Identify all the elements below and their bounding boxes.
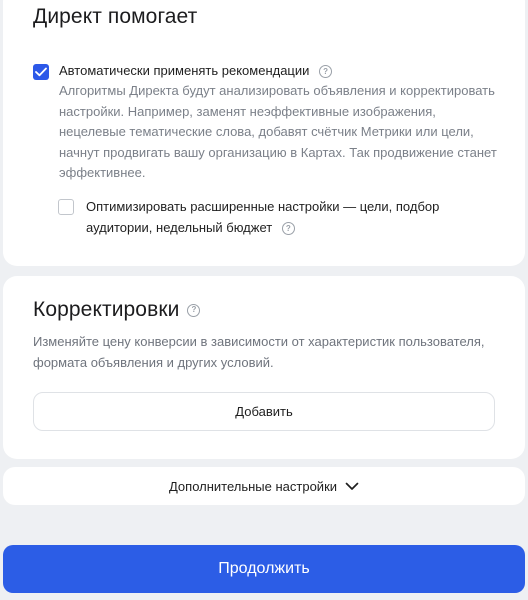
auto-apply-label: Автоматически применять рекомендации: [59, 63, 310, 78]
optimize-advanced-label-line: Оптимизировать расширенные настройки — ц…: [86, 196, 488, 238]
continue-label: Продолжить: [218, 560, 310, 577]
auto-apply-label-line: Автоматически применять рекомендации ?: [59, 63, 499, 79]
add-adjustment-label: Добавить: [235, 404, 293, 419]
adjustments-title-row: Корректировки ?: [33, 298, 201, 322]
direct-helps-title: Директ помогает: [33, 5, 198, 28]
checkmark-icon: [35, 67, 47, 77]
add-adjustment-button[interactable]: Добавить: [33, 392, 495, 431]
adjustments-card: Корректировки ? Изменяйте цену конверсии…: [3, 276, 525, 459]
continue-button[interactable]: Продолжить: [3, 545, 525, 593]
more-settings-label: Дополнительные настройки: [168, 478, 338, 494]
chevron-down-icon: [345, 482, 359, 491]
help-icon[interactable]: ?: [319, 65, 333, 79]
optimize-advanced-label: Оптимизировать расширенные настройки — ц…: [86, 199, 440, 235]
adjustments-title: Корректировки: [33, 298, 180, 321]
more-settings-toggle[interactable]: Дополнительные настройки: [3, 467, 525, 505]
help-icon[interactable]: ?: [281, 222, 295, 236]
adjustments-description: Изменяйте цену конверсии в зависимости о…: [33, 334, 485, 370]
direct-helps-card: Директ помогает Автоматически применять …: [3, 0, 525, 266]
more-settings-card: Дополнительные настройки: [3, 467, 525, 505]
optimize-advanced-texts: Оптимизировать расширенные настройки — ц…: [86, 199, 488, 238]
auto-apply-texts: Автоматически применять рекомендации ? А…: [59, 63, 499, 184]
auto-apply-row: Автоматически применять рекомендации ? А…: [33, 63, 503, 184]
auto-apply-description: Алгоритмы Директа будут анализировать об…: [59, 83, 497, 180]
optimize-advanced-checkbox[interactable]: [58, 199, 74, 215]
auto-apply-checkbox[interactable]: [33, 64, 49, 80]
help-icon[interactable]: ?: [187, 303, 201, 317]
optimize-advanced-row: Оптимизировать расширенные настройки — ц…: [58, 199, 488, 238]
